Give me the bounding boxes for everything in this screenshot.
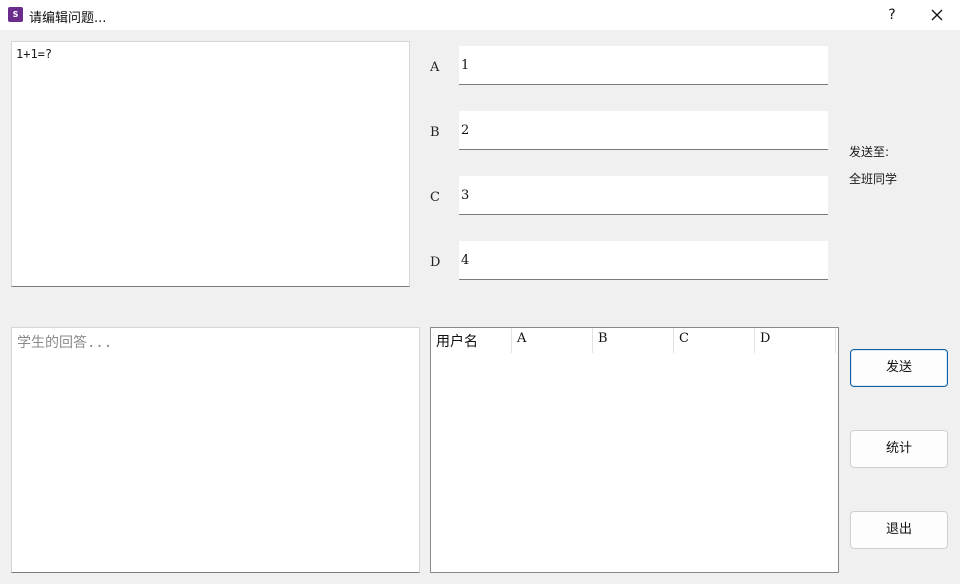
question-editor[interactable]: 1+1=? <box>11 41 410 287</box>
option-c-label: C <box>430 190 440 205</box>
send-to-label: 发送至: <box>849 145 890 159</box>
option-b-label: B <box>430 125 440 140</box>
option-d-input[interactable]: 4 <box>459 241 828 280</box>
column-header-b[interactable]: B <box>593 328 674 353</box>
send-to-value: 全班同学 <box>849 172 898 186</box>
option-d-label: D <box>430 255 441 270</box>
send-button[interactable]: 发送 <box>850 349 948 387</box>
close-icon <box>931 9 943 21</box>
help-button[interactable]: ? <box>876 0 908 30</box>
option-b-input[interactable]: 2 <box>459 111 828 150</box>
answers-table[interactable]: 用户名 A B C D <box>430 327 839 573</box>
table-header: 用户名 A B C D <box>431 328 836 353</box>
column-header-username[interactable]: 用户名 <box>431 328 512 353</box>
option-c-input[interactable]: 3 <box>459 176 828 215</box>
column-header-a[interactable]: A <box>512 328 593 353</box>
exit-button[interactable]: 退出 <box>850 511 948 549</box>
stats-button[interactable]: 统计 <box>850 430 948 468</box>
column-header-c[interactable]: C <box>674 328 755 353</box>
option-a-label: A <box>430 60 440 75</box>
option-a-input[interactable]: 1 <box>459 46 828 85</box>
window-title: 请编辑问题... <box>29 11 107 26</box>
title-bar: S 请编辑问题... ? <box>0 0 960 30</box>
column-header-d[interactable]: D <box>755 328 836 353</box>
app-icon: S <box>8 7 23 22</box>
close-button[interactable] <box>920 0 954 30</box>
student-answers-box[interactable]: 学生的回答... <box>11 327 420 573</box>
